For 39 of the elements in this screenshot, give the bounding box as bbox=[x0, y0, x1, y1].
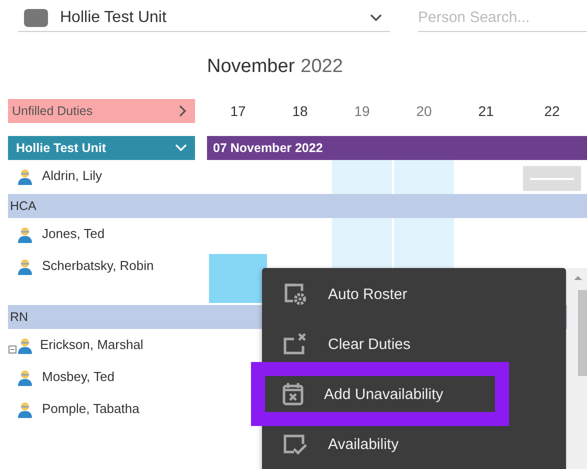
person-icon bbox=[16, 258, 34, 276]
person-icon bbox=[16, 168, 34, 186]
duty-block[interactable] bbox=[209, 254, 267, 303]
unit-header[interactable]: Hollie Test Unit bbox=[8, 136, 195, 160]
person-name[interactable]: Scherbatsky, Robin bbox=[42, 258, 154, 273]
menu-item[interactable]: Clear Duties bbox=[262, 326, 506, 362]
person-name[interactable]: Erickson, Marshal bbox=[40, 337, 144, 352]
person-search-field[interactable]: Person Search... bbox=[418, 9, 587, 32]
menu-item[interactable]: Add Unavailability bbox=[265, 376, 495, 412]
person-name[interactable]: Pomple, Tabatha bbox=[42, 401, 140, 416]
month-title: November bbox=[207, 56, 295, 79]
week-banner: 07 November 2022 bbox=[207, 136, 587, 160]
unit-select[interactable]: Hollie Test Unit bbox=[18, 9, 390, 32]
group-header: HCA bbox=[8, 194, 587, 218]
calendar-check-icon bbox=[282, 432, 308, 456]
person-card-icon bbox=[8, 337, 34, 355]
screen-gear-icon bbox=[282, 282, 308, 306]
day-number: 20 bbox=[415, 102, 433, 121]
person-name[interactable]: Jones, Ted bbox=[42, 226, 105, 241]
placeholder-button[interactable] bbox=[523, 166, 581, 191]
person-name[interactable]: Aldrin, Lily bbox=[42, 168, 102, 183]
unfilled-duties-button[interactable]: Unfilled Duties bbox=[8, 99, 195, 123]
scrollbar[interactable] bbox=[567, 268, 587, 469]
day-number: 18 bbox=[291, 102, 309, 121]
clear-icon bbox=[282, 332, 308, 356]
day-number: 17 bbox=[229, 102, 247, 121]
person-icon bbox=[16, 369, 34, 387]
chevron-right-icon bbox=[179, 105, 187, 117]
person-icon bbox=[16, 226, 34, 244]
person-icon bbox=[16, 401, 34, 419]
menu-item[interactable]: Availability bbox=[262, 426, 506, 462]
day-number: 19 bbox=[353, 102, 371, 121]
chevron-down-icon bbox=[175, 144, 187, 152]
year-title: 2022 bbox=[300, 56, 343, 79]
day-number: 22 bbox=[543, 102, 561, 121]
day-number: 21 bbox=[477, 102, 495, 121]
chevron-down-icon bbox=[370, 14, 382, 22]
calendar-x-icon bbox=[282, 382, 304, 406]
person-name[interactable]: Mosbey, Ted bbox=[42, 369, 115, 384]
